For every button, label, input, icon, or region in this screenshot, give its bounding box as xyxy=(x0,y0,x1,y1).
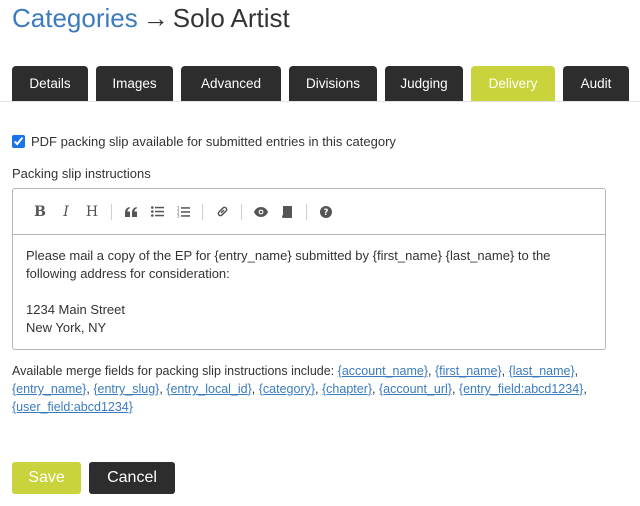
editor-line: 1234 Main Street xyxy=(26,302,126,317)
instructions-textarea[interactable]: Please mail a copy of the EP for {entry_… xyxy=(13,235,605,349)
toolbar-divider xyxy=(306,203,307,220)
merge-field-link[interactable]: {account_name} xyxy=(338,364,428,378)
tab-details[interactable]: Details xyxy=(12,66,88,101)
merge-field-link[interactable]: {account_url} xyxy=(379,382,452,396)
side-by-side-icon[interactable] xyxy=(274,199,300,225)
merge-field-link[interactable]: {entry_slug} xyxy=(93,382,159,396)
category-tabs: Details Images Advanced Divisions Judgin… xyxy=(0,66,640,102)
editor-toolbar: B I H 123 ? xyxy=(13,189,605,235)
italic-icon[interactable]: I xyxy=(53,199,79,225)
toolbar-divider xyxy=(241,203,242,220)
merge-field-link[interactable]: {entry_local_id} xyxy=(166,382,251,396)
merge-field-link[interactable]: {entry_name} xyxy=(12,382,86,396)
editor-blank-line xyxy=(26,283,592,301)
pdf-packing-slip-checkbox[interactable] xyxy=(12,135,25,148)
link-icon[interactable] xyxy=(209,199,235,225)
editor-line: New York, NY xyxy=(26,320,107,335)
toolbar-divider xyxy=(202,203,203,220)
merge-field-link[interactable]: {chapter} xyxy=(322,382,372,396)
merge-field-link[interactable]: {entry_field:abcd1234} xyxy=(459,382,583,396)
quote-icon[interactable] xyxy=(118,199,144,225)
preview-icon[interactable] xyxy=(248,199,274,225)
merge-field-link[interactable]: {first_name} xyxy=(435,364,502,378)
save-button[interactable]: Save xyxy=(12,462,81,494)
svg-text:?: ? xyxy=(324,208,329,218)
bullet-list-icon[interactable] xyxy=(144,199,170,225)
tab-delivery[interactable]: Delivery xyxy=(471,66,555,101)
breadcrumb-arrow-icon: → xyxy=(142,3,169,33)
packing-slip-instructions-label: Packing slip instructions xyxy=(12,166,151,181)
page-title: Solo Artist xyxy=(172,3,290,33)
pdf-packing-slip-label: PDF packing slip available for submitted… xyxy=(31,134,396,149)
toolbar-divider xyxy=(111,203,112,220)
merge-field-link[interactable]: {user_field:abcd1234} xyxy=(12,400,133,414)
tab-audit[interactable]: Audit xyxy=(563,66,629,101)
svg-text:3: 3 xyxy=(177,213,180,218)
breadcrumb-categories-link[interactable]: Categories xyxy=(12,3,138,33)
merge-fields-intro: Available merge fields for packing slip … xyxy=(12,364,335,378)
tab-judging[interactable]: Judging xyxy=(385,66,463,101)
pdf-packing-slip-option: PDF packing slip available for submitted… xyxy=(12,134,396,149)
cancel-button[interactable]: Cancel xyxy=(89,462,175,494)
merge-field-link[interactable]: {last_name} xyxy=(509,364,575,378)
merge-field-link[interactable]: {category} xyxy=(259,382,315,396)
merge-fields-help: Available merge fields for packing slip … xyxy=(12,364,587,414)
help-icon[interactable]: ? xyxy=(313,199,339,225)
numbered-list-icon[interactable]: 123 xyxy=(170,199,196,225)
tab-advanced[interactable]: Advanced xyxy=(181,66,281,101)
tab-divisions[interactable]: Divisions xyxy=(289,66,377,101)
bold-icon[interactable]: B xyxy=(27,199,53,225)
heading-icon[interactable]: H xyxy=(79,199,105,225)
markdown-editor: B I H 123 ? Please mail a copy of the EP… xyxy=(12,188,606,350)
editor-line: Please mail a copy of the EP for {entry_… xyxy=(26,248,551,263)
tab-images[interactable]: Images xyxy=(96,66,173,101)
editor-line: following address for consideration: xyxy=(26,266,230,281)
page-header: Categories → Solo Artist xyxy=(12,1,290,35)
